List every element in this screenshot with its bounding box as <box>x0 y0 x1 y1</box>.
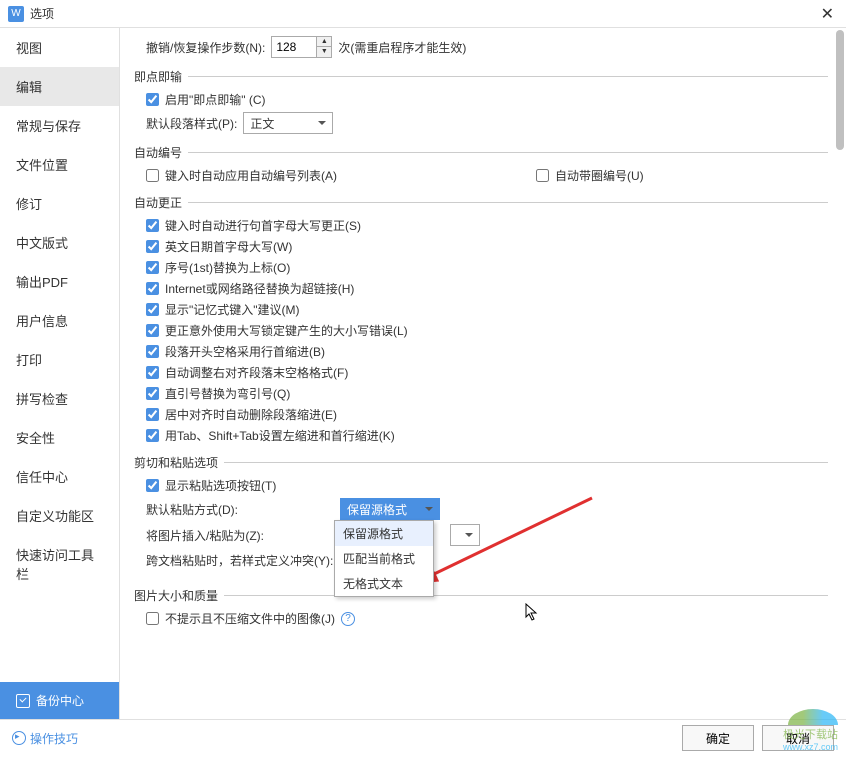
insert-img-as-select[interactable] <box>450 524 480 546</box>
center-checkbox[interactable] <box>146 408 159 421</box>
sidebar: 视图 编辑 常规与保存 文件位置 修订 中文版式 输出PDF 用户信息 打印 拼… <box>0 28 120 719</box>
sidebar-item-security[interactable]: 安全性 <box>0 418 119 457</box>
window-title: 选项 <box>30 5 817 22</box>
sidebar-item-print[interactable]: 打印 <box>0 340 119 379</box>
no-compress-checkbox[interactable] <box>146 612 159 625</box>
auto-number-list-label: 键入时自动应用自动编号列表(A) <box>165 167 337 184</box>
spin-up-icon[interactable]: ▲ <box>317 37 331 47</box>
tips-link[interactable]: 操作技巧 <box>12 730 78 747</box>
quotes-label: 直引号替换为弯引号(Q) <box>165 385 290 402</box>
sidebar-item-revision[interactable]: 修订 <box>0 184 119 223</box>
ordinal-label: 序号(1st)替换为上标(O) <box>165 259 290 276</box>
show-paste-btn-checkbox[interactable] <box>146 479 159 492</box>
watermark-logo-icon <box>788 709 838 725</box>
adjust-space-checkbox[interactable] <box>146 366 159 379</box>
tab-indent-label: 用Tab、Shift+Tab设置左缩进和首行缩进(K) <box>165 427 395 444</box>
help-icon[interactable]: ? <box>341 612 355 626</box>
sidebar-item-user-info[interactable]: 用户信息 <box>0 301 119 340</box>
undo-steps-value[interactable] <box>272 37 316 57</box>
default-para-style-label: 默认段落样式(P): <box>146 115 237 132</box>
dropdown-opt-match-current[interactable]: 匹配当前格式 <box>335 546 433 571</box>
dropdown-opt-plain-text[interactable]: 无格式文本 <box>335 571 433 596</box>
spin-down-icon[interactable]: ▼ <box>317 47 331 57</box>
default-paste-dropdown: 保留源格式 匹配当前格式 无格式文本 <box>334 520 434 597</box>
backup-icon <box>16 694 30 708</box>
group-click-type: 即点即输 <box>134 68 182 85</box>
sidebar-item-view[interactable]: 视图 <box>0 28 119 67</box>
dropdown-opt-keep-source[interactable]: 保留源格式 <box>335 521 433 546</box>
auto-circle-number-label: 自动带圈编号(U) <box>555 167 644 184</box>
capslock-checkbox[interactable] <box>146 324 159 337</box>
undo-steps-suffix: 次(需重启程序才能生效) <box>338 39 466 56</box>
memory-label: 显示"记忆式键入"建议(M) <box>165 301 300 318</box>
indent-space-checkbox[interactable] <box>146 345 159 358</box>
indent-space-label: 段落开头空格采用行首缩进(B) <box>165 343 325 360</box>
group-auto-correct: 自动更正 <box>134 194 182 211</box>
content-panel: 撤销/恢复操作步数(N): ▲ ▼ 次(需重启程序才能生效) 即点即输 启用"即… <box>120 28 846 719</box>
group-auto-number: 自动编号 <box>134 144 182 161</box>
sidebar-item-output-pdf[interactable]: 输出PDF <box>0 262 119 301</box>
sidebar-item-custom-ribbon[interactable]: 自定义功能区 <box>0 496 119 535</box>
insert-img-as-label: 将图片插入/粘贴为(Z): <box>146 527 334 544</box>
tips-icon <box>12 731 26 745</box>
adjust-space-label: 自动调整右对齐段落末空格格式(F) <box>165 364 348 381</box>
sidebar-item-file-location[interactable]: 文件位置 <box>0 145 119 184</box>
enable-click-type-checkbox[interactable] <box>146 93 159 106</box>
undo-steps-input[interactable]: ▲ ▼ <box>271 36 332 58</box>
internet-checkbox[interactable] <box>146 282 159 295</box>
group-paste-opts: 剪切和粘贴选项 <box>134 454 218 471</box>
scrollbar[interactable] <box>836 30 844 150</box>
date-cap-label: 英文日期首字母大写(W) <box>165 238 292 255</box>
backup-label: 备份中心 <box>36 692 84 709</box>
sidebar-item-chinese-layout[interactable]: 中文版式 <box>0 223 119 262</box>
quotes-checkbox[interactable] <box>146 387 159 400</box>
auto-number-list-checkbox[interactable] <box>146 169 159 182</box>
watermark: 极光下载站 www.xz7.com <box>783 709 838 752</box>
ordinal-checkbox[interactable] <box>146 261 159 274</box>
sidebar-item-edit[interactable]: 编辑 <box>0 67 119 106</box>
backup-center-button[interactable]: 备份中心 <box>0 682 119 719</box>
ok-button[interactable]: 确定 <box>682 725 754 751</box>
auto-circle-number-checkbox[interactable] <box>536 169 549 182</box>
date-cap-checkbox[interactable] <box>146 240 159 253</box>
watermark-line1: 极光下载站 <box>783 726 838 742</box>
close-icon[interactable]: ✕ <box>817 4 838 24</box>
capslock-label: 更正意外使用大写锁定键产生的大小写错误(L) <box>165 322 408 339</box>
group-img-quality: 图片大小和质量 <box>134 587 218 604</box>
memory-checkbox[interactable] <box>146 303 159 316</box>
enable-click-type-label: 启用"即点即输" (C) <box>165 91 266 108</box>
sidebar-item-general-save[interactable]: 常规与保存 <box>0 106 119 145</box>
cap-first-label: 键入时自动进行句首字母大写更正(S) <box>165 217 361 234</box>
no-compress-label: 不提示且不压缩文件中的图像(J) <box>165 610 335 627</box>
show-paste-btn-label: 显示粘贴选项按钮(T) <box>165 477 276 494</box>
tab-indent-checkbox[interactable] <box>146 429 159 442</box>
app-icon: W <box>8 6 24 22</box>
default-para-style-select[interactable]: 正文 <box>243 112 333 134</box>
sidebar-item-spell-check[interactable]: 拼写检查 <box>0 379 119 418</box>
undo-steps-label: 撤销/恢复操作步数(N): <box>146 39 265 56</box>
center-label: 居中对齐时自动删除段落缩进(E) <box>165 406 337 423</box>
sidebar-item-quick-toolbar[interactable]: 快速访问工具栏 <box>0 535 119 593</box>
default-paste-label: 默认粘贴方式(D): <box>146 501 334 518</box>
cross-doc-paste-label: 跨文档粘贴时，若样式定义冲突(Y): <box>146 552 333 569</box>
cap-first-checkbox[interactable] <box>146 219 159 232</box>
tips-label: 操作技巧 <box>30 730 78 747</box>
sidebar-item-trust-center[interactable]: 信任中心 <box>0 457 119 496</box>
watermark-line2: www.xz7.com <box>783 742 838 752</box>
default-paste-select[interactable]: 保留源格式 <box>340 498 440 520</box>
internet-label: Internet或网络路径替换为超链接(H) <box>165 280 354 297</box>
